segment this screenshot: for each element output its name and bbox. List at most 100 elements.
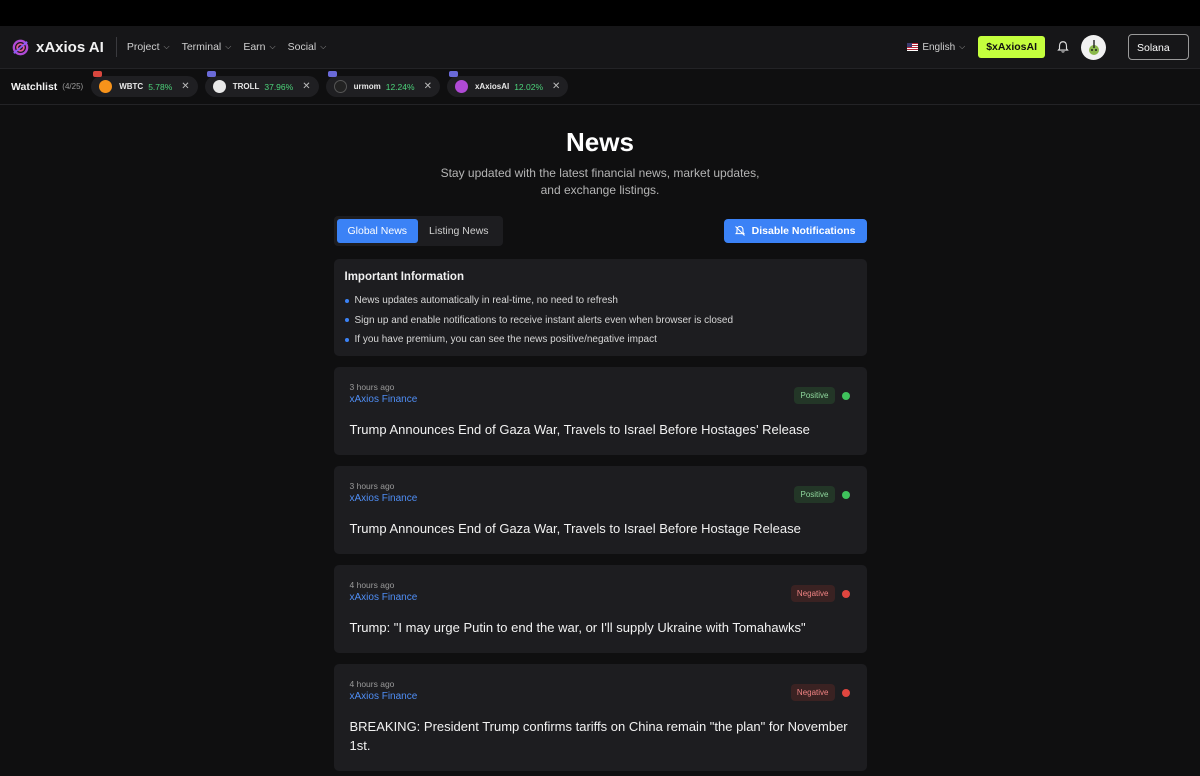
chevron-down-icon: ⌵	[163, 42, 170, 51]
browser-top-strip	[0, 0, 1200, 26]
menu-earn[interactable]: Earn ⌵	[243, 41, 275, 53]
tab-listing-news[interactable]: Listing News	[418, 219, 500, 243]
sentiment-dot-icon	[841, 589, 850, 598]
sentiment-indicator: Negative	[790, 585, 850, 602]
news-controls: Global News Listing News Disable Notific…	[333, 216, 867, 246]
sentiment-dot-icon	[841, 391, 850, 400]
info-item: If you have premium, you can see the new…	[344, 334, 856, 345]
chevron-down-icon: ⌵	[959, 42, 966, 51]
bell-icon[interactable]	[1056, 40, 1070, 54]
info-text: If you have premium, you can see the new…	[354, 334, 657, 345]
chip-change: 37.96%	[264, 81, 294, 92]
chip-marker-icon	[448, 71, 458, 77]
chip-change: 5.78%	[148, 81, 173, 92]
chip-change: 12.24%	[385, 81, 415, 92]
bell-off-icon	[734, 225, 745, 236]
news-card[interactable]: 3 hours ago xAxios Finance Trump Announc…	[333, 367, 867, 455]
close-icon[interactable]: ✕	[552, 81, 560, 92]
menu-label: Social	[287, 41, 317, 53]
bullet-icon	[344, 318, 349, 322]
news-source[interactable]: xAxios Finance	[350, 394, 851, 405]
chevron-down-icon: ⌵	[269, 42, 276, 51]
news-source[interactable]: xAxios Finance	[350, 592, 851, 603]
important-info-card: Important Information News updates autom…	[333, 259, 867, 356]
watchlist-chip-urmom[interactable]: urmom 12.24% ✕	[325, 71, 440, 97]
bullet-icon	[344, 298, 349, 303]
info-text: News updates automatically in real-time,…	[354, 295, 618, 306]
info-list: News updates automatically in real-time,…	[344, 295, 856, 345]
menu-social[interactable]: Social ⌵	[288, 41, 327, 53]
sentiment-badge: Positive	[794, 486, 835, 503]
page-title: News	[566, 127, 634, 157]
sentiment-indicator: Positive	[794, 486, 850, 503]
xaxios-logo-icon	[12, 39, 29, 55]
menu-project[interactable]: Project ⌵	[127, 41, 170, 53]
tab-global-news[interactable]: Global News	[336, 219, 419, 243]
watchlist-chip-xaxiosai[interactable]: xAxiosAI 12.02% ✕	[446, 71, 569, 97]
wbtc-token-icon	[99, 80, 113, 93]
close-icon[interactable]: ✕	[181, 81, 189, 92]
sentiment-badge: Positive	[794, 387, 835, 404]
menu-label: Project	[126, 41, 160, 53]
menu-label: Earn	[243, 41, 266, 53]
chevron-down-icon: ⌵	[320, 42, 327, 51]
chip-symbol: WBTC	[119, 82, 144, 91]
sentiment-badge: Negative	[790, 684, 835, 701]
chip-marker-icon	[327, 71, 337, 77]
brand-name: xAxios AI	[36, 38, 104, 56]
info-title: Important Information	[344, 271, 464, 283]
news-headline[interactable]: BREAKING: President Trump confirms tarif…	[350, 717, 851, 755]
chip-marker-icon	[93, 71, 103, 77]
news-source[interactable]: xAxios Finance	[350, 493, 851, 504]
menu-terminal[interactable]: Terminal ⌵	[182, 41, 232, 53]
close-icon[interactable]: ✕	[302, 81, 310, 92]
news-time: 3 hours ago	[349, 382, 395, 392]
news-time: 4 hours ago	[349, 580, 395, 590]
news-tabs: Global News Listing News	[333, 216, 503, 246]
watchlist-chip-wbtc[interactable]: WBTC 5.78% ✕	[91, 71, 198, 97]
info-item: News updates automatically in real-time,…	[344, 295, 856, 306]
navbar: xAxios AI Project ⌵ Terminal ⌵ Earn ⌵ Socia…	[0, 26, 1200, 69]
token-button[interactable]: $xAxiosAI	[978, 36, 1045, 58]
chevron-down-icon: ⌵	[225, 42, 232, 51]
us-flag-icon	[907, 43, 919, 51]
chip-symbol: TROLL	[232, 82, 260, 91]
watchlist-title: Watchlist	[11, 80, 58, 93]
news-hero: News Stay updated with the latest financ…	[0, 127, 1200, 198]
language-label: English	[922, 41, 956, 53]
news-headline[interactable]: Trump: "I may urge Putin to end the war,…	[350, 618, 851, 637]
chip-symbol: urmom	[353, 82, 381, 91]
bullet-icon	[344, 337, 349, 342]
chip-symbol: xAxiosAI	[474, 82, 510, 91]
chip-marker-icon	[206, 71, 216, 77]
news-headline[interactable]: Trump Announces End of Gaza War, Travels…	[350, 519, 851, 538]
urmom-token-icon	[333, 80, 347, 93]
sentiment-indicator: Positive	[794, 387, 850, 404]
info-item: Sign up and enable notifications to rece…	[344, 314, 856, 326]
watchlist-bar: Watchlist (4/25) WBTC 5.78% ✕ TROLL 37.9…	[0, 69, 1200, 105]
page-subtitle: Stay updated with the latest financial n…	[440, 166, 760, 197]
troll-token-icon	[212, 80, 226, 93]
brand-logo[interactable]: xAxios AI	[11, 38, 104, 57]
news-source[interactable]: xAxios Finance	[350, 691, 851, 702]
sentiment-badge: Negative	[790, 585, 835, 602]
avatar[interactable]	[1081, 34, 1106, 60]
news-time: 4 hours ago	[349, 679, 395, 689]
disable-notifications-label: Disable Notifications	[751, 225, 856, 237]
avatar-character-icon	[1088, 40, 1099, 55]
news-headline[interactable]: Trump Announces End of Gaza War, Travels…	[350, 420, 851, 439]
sentiment-indicator: Negative	[790, 684, 850, 701]
news-time: 3 hours ago	[349, 481, 395, 491]
wallet-button[interactable]: Solana	[1128, 34, 1189, 60]
news-card[interactable]: 3 hours ago xAxios Finance Trump Announc…	[333, 466, 867, 554]
watchlist-count: (4/25)	[62, 82, 84, 91]
disable-notifications-button[interactable]: Disable Notifications	[723, 219, 867, 243]
news-card[interactable]: 4 hours ago xAxios Finance Trump: "I may…	[333, 565, 867, 653]
watchlist-chip-troll[interactable]: TROLL 37.96% ✕	[204, 71, 319, 97]
news-card[interactable]: 4 hours ago xAxios Finance BREAKING: Pre…	[333, 664, 867, 771]
close-icon[interactable]: ✕	[424, 81, 432, 92]
info-text: Sign up and enable notifications to rece…	[354, 314, 734, 326]
xaxiosai-token-icon	[454, 80, 468, 93]
chip-change: 12.02%	[514, 81, 544, 92]
language-selector[interactable]: English ⌵	[907, 42, 965, 53]
